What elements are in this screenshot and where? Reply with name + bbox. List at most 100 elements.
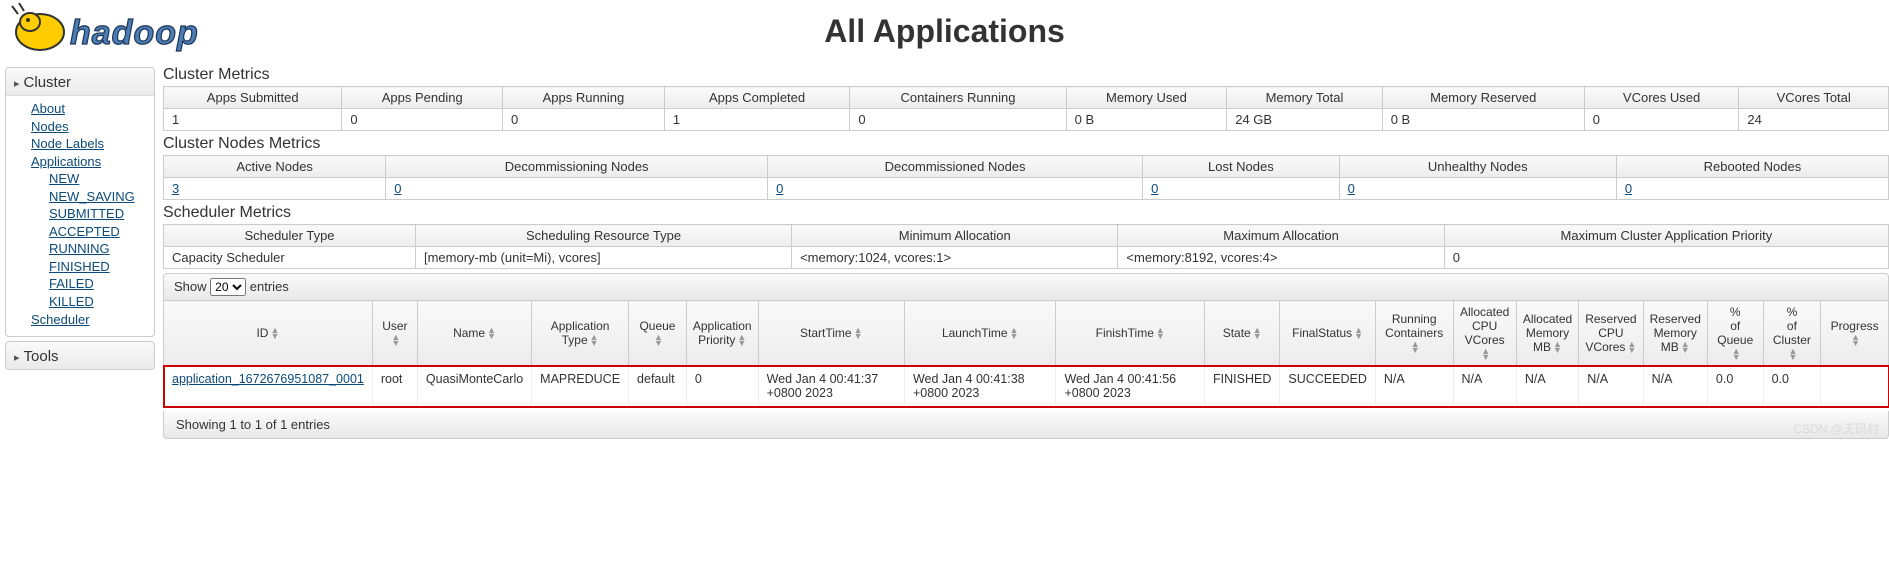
apps-column-header[interactable]: FinishTime▲▼ (1056, 301, 1205, 366)
datatable-length-control: Show 20 entries (163, 273, 1889, 300)
sort-icon: ▲▼ (487, 328, 496, 339)
metrics-value: 0 (386, 178, 768, 200)
sort-icon: ▲▼ (1553, 342, 1562, 353)
sort-icon: ▲▼ (1411, 342, 1420, 353)
metrics-header: Apps Running (503, 87, 665, 109)
metrics-header: Memory Used (1066, 87, 1227, 109)
sort-icon: ▲▼ (1156, 328, 1165, 339)
apps-column-header[interactable]: FinalStatus▲▼ (1280, 301, 1376, 366)
page-length-select[interactable]: 20 (210, 278, 246, 296)
apps-column-header[interactable]: ReservedMemoryMB▲▼ (1643, 301, 1707, 366)
sidebar-item-state-finished[interactable]: FINISHED (49, 258, 144, 276)
metrics-value-link[interactable]: 0 (1151, 181, 1158, 196)
sidebar-item-nodes[interactable]: Nodes (31, 118, 144, 136)
apps-cell-progress (1821, 366, 1889, 407)
cluster-metrics-table: Apps SubmittedApps PendingApps RunningAp… (163, 86, 1889, 131)
header: hadoop All Applications (0, 0, 1889, 62)
metrics-value-link[interactable]: 0 (776, 181, 783, 196)
scheduler-metrics-title: Scheduler Metrics (163, 204, 1889, 222)
apps-column-header[interactable]: LaunchTime▲▼ (904, 301, 1055, 366)
page-title: All Applications (10, 13, 1879, 50)
sidebar-item-state-failed[interactable]: FAILED (49, 275, 144, 293)
metrics-header: Unhealthy Nodes (1339, 156, 1616, 178)
sidebar-item-state-new-saving[interactable]: NEW_SAVING (49, 188, 144, 206)
metrics-value: Capacity Scheduler (164, 247, 416, 269)
content-area: Cluster Metrics Apps SubmittedApps Pendi… (155, 62, 1889, 439)
metrics-header: Apps Completed (664, 87, 850, 109)
apps-cell-id: application_1672676951087_0001 (164, 366, 373, 407)
metrics-value-link[interactable]: 0 (394, 181, 401, 196)
metrics-header: Apps Submitted (164, 87, 342, 109)
applications-table: ID▲▼User▲▼Name▲▼ApplicationType▲▼Queue▲▼… (163, 300, 1889, 407)
sort-icon: ▲▼ (1354, 328, 1363, 339)
metrics-value-link[interactable]: 0 (1348, 181, 1355, 196)
sidebar-item-about[interactable]: About (31, 100, 144, 118)
apps-cell-finish: Wed Jan 4 00:41:56 +0800 2023 (1056, 366, 1205, 407)
apps-column-header[interactable]: Queue▲▼ (629, 301, 687, 366)
metrics-value-link[interactable]: 0 (1625, 181, 1632, 196)
sort-icon: ▲▼ (1253, 328, 1262, 339)
metrics-header: Maximum Allocation (1118, 225, 1444, 247)
sidebar-item-state-accepted[interactable]: ACCEPTED (49, 223, 144, 241)
sort-icon: ▲▼ (737, 335, 746, 346)
apps-cell-pct_queue: 0.0 (1707, 366, 1763, 407)
apps-column-header[interactable]: AllocatedMemoryMB▲▼ (1516, 301, 1578, 366)
metrics-value-link[interactable]: 3 (172, 181, 179, 196)
sidebar-item-state-killed[interactable]: KILLED (49, 293, 144, 311)
application-id-link[interactable]: application_1672676951087_0001 (172, 372, 364, 386)
sidebar-header-cluster[interactable]: Cluster (6, 68, 154, 96)
apps-column-header[interactable]: StartTime▲▼ (758, 301, 904, 366)
sort-icon: ▲▼ (391, 335, 400, 346)
sidebar-item-node-labels[interactable]: Node Labels (31, 135, 144, 153)
sidebar-section-tools: Tools (5, 341, 155, 370)
metrics-value: 0 B (1066, 109, 1227, 131)
apps-column-header[interactable]: State▲▼ (1205, 301, 1280, 366)
apps-cell-final: SUCCEEDED (1280, 366, 1376, 407)
metrics-value: 24 (1739, 109, 1889, 131)
sort-icon: ▲▼ (1481, 349, 1490, 360)
metrics-header: Lost Nodes (1143, 156, 1340, 178)
metrics-value: 0 (1444, 247, 1888, 269)
apps-column-header[interactable]: RunningContainers▲▼ (1375, 301, 1453, 366)
apps-column-header[interactable]: %ofQueue▲▼ (1707, 301, 1763, 366)
metrics-value: [memory-mb (unit=Mi), vcores] (415, 247, 791, 269)
apps-column-header[interactable]: AllocatedCPUVCores▲▼ (1453, 301, 1516, 366)
sidebar-item-state-submitted[interactable]: SUBMITTED (49, 205, 144, 223)
apps-column-header[interactable]: ApplicationPriority▲▼ (686, 301, 758, 366)
metrics-header: Active Nodes (164, 156, 386, 178)
apps-cell-running_containers: N/A (1375, 366, 1453, 407)
metrics-header: Memory Reserved (1382, 87, 1584, 109)
sidebar-header-tools[interactable]: Tools (6, 342, 154, 369)
metrics-value: 1 (164, 109, 342, 131)
apps-column-header[interactable]: Progress▲▼ (1821, 301, 1889, 366)
apps-cell-pct_cluster: 0.0 (1763, 366, 1821, 407)
sidebar: Cluster About Nodes Node Labels Applicat… (5, 67, 155, 374)
apps-cell-state: FINISHED (1205, 366, 1280, 407)
apps-cell-res_mem: N/A (1643, 366, 1707, 407)
metrics-value: 3 (164, 178, 386, 200)
metrics-header: Containers Running (850, 87, 1066, 109)
apps-column-header[interactable]: ID▲▼ (164, 301, 373, 366)
sidebar-item-applications[interactable]: Applications (31, 153, 144, 171)
apps-column-header[interactable]: Name▲▼ (417, 301, 531, 366)
metrics-value: 0 (768, 178, 1143, 200)
metrics-header: Scheduling Resource Type (415, 225, 791, 247)
sidebar-item-state-running[interactable]: RUNNING (49, 240, 144, 258)
apps-column-header[interactable]: ReservedCPUVCores▲▼ (1579, 301, 1643, 366)
node-metrics-title: Cluster Nodes Metrics (163, 135, 1889, 153)
apps-column-header[interactable]: ApplicationType▲▼ (532, 301, 629, 366)
sort-icon: ▲▼ (1010, 328, 1019, 339)
apps-cell-alloc_vcores: N/A (1453, 366, 1516, 407)
metrics-header: Decommissioned Nodes (768, 156, 1143, 178)
metrics-header: Apps Pending (342, 87, 503, 109)
metrics-value: 0 (1616, 178, 1888, 200)
apps-column-header[interactable]: User▲▼ (372, 301, 417, 366)
metrics-header: VCores Used (1584, 87, 1739, 109)
metrics-value: 0 (503, 109, 665, 131)
sidebar-item-state-new[interactable]: NEW (49, 170, 144, 188)
metrics-value: <memory:8192, vcores:4> (1118, 247, 1444, 269)
apps-cell-user: root (372, 366, 417, 407)
sidebar-item-scheduler[interactable]: Scheduler (31, 311, 144, 329)
metrics-header: Rebooted Nodes (1616, 156, 1888, 178)
apps-column-header[interactable]: %ofCluster▲▼ (1763, 301, 1821, 366)
